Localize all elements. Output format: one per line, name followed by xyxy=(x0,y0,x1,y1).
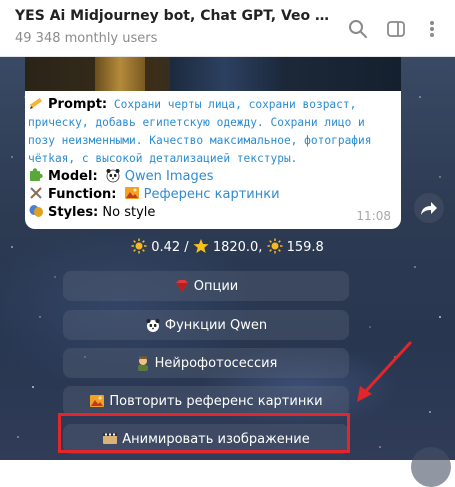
function-row: Function: Референс картинки xyxy=(28,185,280,204)
bot-message-bubble: Prompt: Сохрани черты лица, сохрани возр… xyxy=(25,57,401,229)
puzzle-icon xyxy=(30,168,43,181)
photosession-label: Нейрофотосессия xyxy=(154,355,278,371)
more-vert-icon[interactable] xyxy=(421,18,443,40)
stat-b: 1820.0, xyxy=(212,240,263,255)
chat-title[interactable]: YES Ai Midjourney bot, Chat GPT, Veo 3, … xyxy=(15,8,335,24)
prompt-block: Prompt: Сохрани черты лица, сохрани возр… xyxy=(28,95,398,168)
theater-masks-icon xyxy=(29,205,43,217)
options-label: Опции xyxy=(193,278,239,294)
function-value-link[interactable]: Референс картинки xyxy=(144,187,280,202)
function-label: Function: xyxy=(48,187,117,202)
qwen-functions-button[interactable]: Функции Qwen xyxy=(63,310,349,340)
sun-icon xyxy=(267,238,283,254)
options-button[interactable]: Опции xyxy=(63,271,349,301)
styles-label: Styles: xyxy=(48,205,99,220)
styles-row: Styles: No style xyxy=(28,203,155,222)
image-detail xyxy=(95,57,145,91)
stat-c: 159.8 xyxy=(286,240,324,255)
gem-icon xyxy=(175,280,188,292)
model-row: Model: Qwen Images xyxy=(28,167,214,186)
scroll-down-button[interactable] xyxy=(411,447,451,487)
repeat-reference-label: Повторить референс картинки xyxy=(109,393,323,409)
photosession-button[interactable]: Нейрофотосессия xyxy=(63,348,349,378)
message-timestamp: 11:08 xyxy=(356,209,391,223)
forward-arrow-icon xyxy=(421,202,437,215)
scientist-icon xyxy=(137,356,148,371)
model-value-link[interactable]: Qwen Images xyxy=(125,169,214,184)
sidebar-toggle-icon[interactable] xyxy=(385,18,407,40)
chat-subtitle: 49 348 monthly users xyxy=(15,31,158,46)
generated-image-preview[interactable] xyxy=(25,57,401,91)
pencil-icon xyxy=(29,97,43,109)
prompt-label: Prompt: xyxy=(48,97,108,112)
panda-icon xyxy=(146,319,160,332)
tools-icon xyxy=(30,187,42,199)
picture-icon xyxy=(90,395,105,407)
search-icon[interactable] xyxy=(347,18,369,40)
image-detail xyxy=(170,57,280,91)
panda-icon xyxy=(106,169,120,183)
forward-button[interactable] xyxy=(414,193,444,223)
chat-header: YES Ai Midjourney bot, Chat GPT, Veo 3, … xyxy=(0,0,455,57)
qwen-functions-label: Функции Qwen xyxy=(164,317,268,333)
picture-icon xyxy=(124,187,139,199)
usage-stats: 0.42 / 1820.0, 159.8 xyxy=(0,238,455,255)
stat-a: 0.42 / xyxy=(151,240,189,255)
sun-icon xyxy=(131,238,147,254)
model-label: Model: xyxy=(48,169,98,184)
highlight-box xyxy=(58,413,350,453)
repeat-reference-button[interactable]: Повторить референс картинки xyxy=(63,386,349,416)
styles-value: No style xyxy=(102,205,156,220)
star-icon xyxy=(193,239,209,253)
